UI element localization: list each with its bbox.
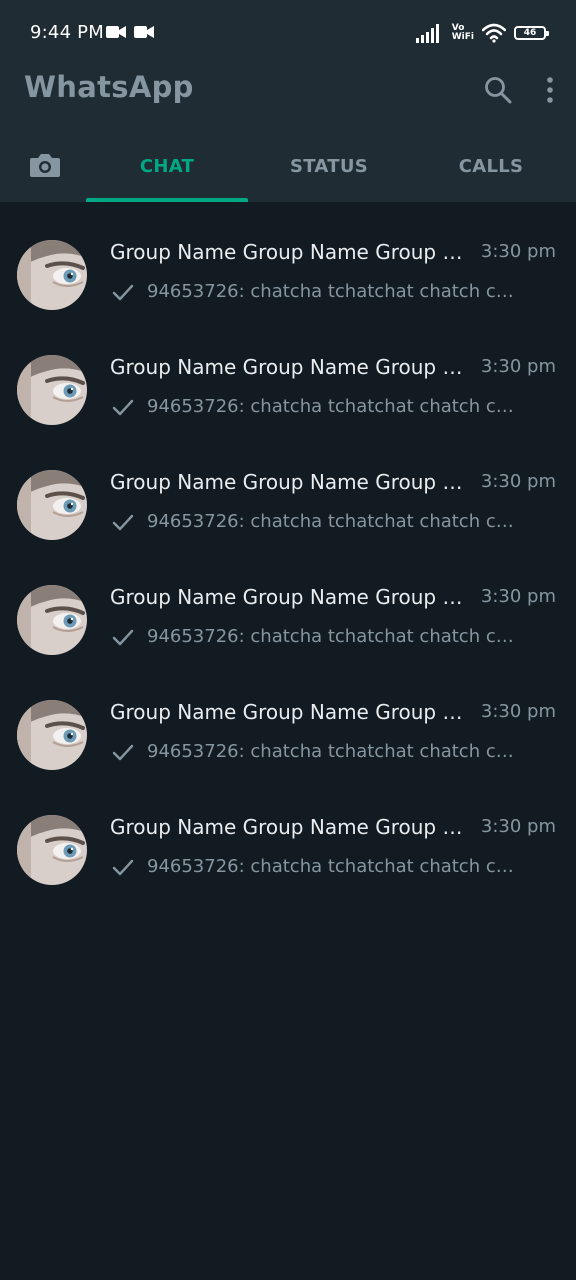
chat-last-message: 94653726: chatcha tchatchat chatch chatc… — [147, 511, 519, 532]
more-vert-icon — [547, 77, 553, 103]
chat-time: 3:30 pm — [480, 356, 556, 377]
check-icon — [112, 399, 134, 416]
avatar-image — [17, 815, 87, 885]
battery-icon: 46 — [514, 26, 549, 40]
chat-time: 3:30 pm — [480, 816, 556, 837]
avatar-image — [17, 240, 87, 310]
chat-row[interactable]: Group Name Group Name Group Name 3:30 pm… — [0, 547, 576, 662]
tab-bar: CHAT STATUS CALLS — [0, 130, 576, 202]
chat-last-message: 94653726: chatcha tchatchat chatch chatc… — [147, 626, 519, 647]
avatar[interactable] — [17, 700, 87, 770]
chat-name: Group Name Group Name Group Name — [110, 700, 466, 724]
avatar[interactable] — [17, 470, 87, 540]
tab-chat[interactable]: CHAT — [86, 130, 248, 202]
app-header-area: 9:44 PM Vo WiFi 46 WhatsApp CHAT STATUS … — [0, 0, 576, 202]
check-icon — [112, 284, 134, 301]
avatar-image — [17, 470, 87, 540]
tab-calls[interactable]: CALLS — [410, 130, 572, 202]
tab-camera[interactable] — [20, 148, 70, 182]
chat-time: 3:30 pm — [480, 241, 556, 262]
tab-status[interactable]: STATUS — [248, 130, 410, 202]
signal-icon — [415, 24, 439, 43]
check-icon — [112, 629, 134, 646]
chat-name: Group Name Group Name Group Name — [110, 355, 466, 379]
status-bar: 9:44 PM Vo WiFi 46 — [0, 0, 576, 64]
camera-icon — [30, 154, 60, 177]
chat-time: 3:30 pm — [480, 471, 556, 492]
avatar[interactable] — [17, 240, 87, 310]
chat-last-message: 94653726: chatcha tchatchat chatch chatc… — [147, 281, 519, 302]
vowifi-indicator: Vo WiFi — [452, 24, 474, 42]
avatar[interactable] — [17, 815, 87, 885]
chat-last-message: 94653726: chatcha tchatchat chatch chatc… — [147, 856, 519, 877]
chat-last-message: 94653726: chatcha tchatchat chatch chatc… — [147, 396, 519, 417]
battery-level: 46 — [523, 28, 537, 38]
chat-name: Group Name Group Name Group Name — [110, 585, 466, 609]
avatar-image — [17, 355, 87, 425]
avatar-image — [17, 585, 87, 655]
chat-list: Group Name Group Name Group Name 3:30 pm… — [0, 202, 576, 892]
chat-row[interactable]: Group Name Group Name Group Name 3:30 pm… — [0, 662, 576, 777]
chat-row[interactable]: Group Name Group Name Group Name 3:30 pm… — [0, 202, 576, 317]
chat-row[interactable]: Group Name Group Name Group Name 3:30 pm… — [0, 777, 576, 892]
check-icon — [112, 744, 134, 761]
chat-time: 3:30 pm — [480, 586, 556, 607]
chat-row[interactable]: Group Name Group Name Group Name 3:30 pm… — [0, 317, 576, 432]
check-icon — [112, 514, 134, 531]
avatar[interactable] — [17, 355, 87, 425]
vowifi-line-2: WiFi — [451, 32, 474, 42]
chat-row[interactable]: Group Name Group Name Group Name 3:30 pm… — [0, 432, 576, 547]
avatar[interactable] — [17, 585, 87, 655]
avatar-image — [17, 700, 87, 770]
search-icon — [485, 77, 512, 104]
app-title: WhatsApp — [24, 70, 194, 104]
chat-time: 3:30 pm — [480, 701, 556, 722]
check-icon — [112, 859, 134, 876]
chat-name: Group Name Group Name Group Name — [110, 470, 466, 494]
wifi-icon — [482, 23, 506, 43]
video-camera-icon — [134, 26, 154, 38]
status-bar-right: Vo WiFi 46 — [415, 20, 549, 46]
chat-name: Group Name Group Name Group Name — [110, 240, 466, 264]
chat-name: Group Name Group Name Group Name — [110, 815, 466, 839]
video-camera-icon — [106, 26, 126, 38]
chat-last-message: 94653726: chatcha tchatchat chatch chatc… — [147, 741, 519, 762]
search-button[interactable] — [480, 72, 516, 108]
more-options-button[interactable] — [532, 72, 568, 108]
status-time: 9:44 PM — [30, 22, 104, 43]
